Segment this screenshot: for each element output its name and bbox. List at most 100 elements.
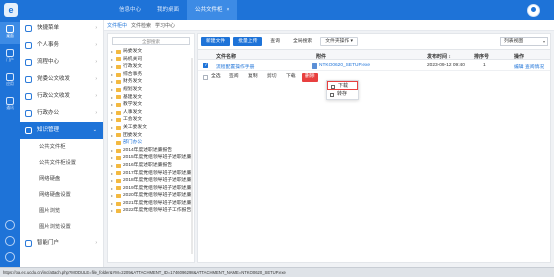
delete-button[interactable]: 删除 — [302, 72, 318, 82]
expand-toggle-icon[interactable]: ▸ — [111, 86, 113, 94]
tree-node[interactable]: ▸ 2016年度述职述廉报告 — [108, 162, 194, 170]
edit-link[interactable]: 编辑 — [514, 63, 524, 70]
nav-item-shortcuts[interactable]: 快捷菜单 › — [20, 20, 103, 37]
query-button[interactable]: 查询 — [265, 37, 286, 46]
copy-button[interactable]: 复制 — [245, 73, 261, 82]
help-icon[interactable] — [5, 220, 15, 230]
nav-item-admin-docs[interactable]: 行政公文收发 › — [20, 88, 103, 105]
nav-sub-netdisk-settings[interactable]: 网络硬盘设置 — [20, 187, 103, 203]
expand-toggle-icon[interactable]: ▸ — [111, 154, 113, 162]
subtab-file-cabinet[interactable]: 文件柜中 — [107, 22, 127, 29]
rail-item-portal[interactable]: 门户 — [0, 46, 20, 68]
nav-sub-image-browse[interactable]: 图片浏览 — [20, 203, 103, 219]
expand-toggle-icon[interactable]: ▸ — [111, 109, 113, 117]
tree-scrollbar[interactable] — [191, 58, 193, 254]
expand-toggle-icon[interactable]: ▸ — [111, 71, 113, 79]
expand-toggle-icon[interactable]: ▸ — [111, 101, 113, 109]
expand-toggle-icon[interactable]: ▸ — [111, 78, 113, 86]
tree-node[interactable]: ▸ 团委发文 — [108, 132, 194, 140]
folder-tree: 全部搜索 ▸ 局委发文 ▸ 局机关司 ▸ 行政发文 ▸ 综合事务 ▸ 财务发文 ▸ 规划发文 ▸ 基建发文… — [107, 33, 195, 263]
avatar[interactable] — [527, 4, 540, 17]
nav-item-knowledge[interactable]: 知识管理 ⌄ — [20, 122, 103, 139]
tree-node[interactable]: ▸ 2019年度党组领导班子述职述廉 — [108, 185, 194, 193]
expand-toggle-icon[interactable]: ▸ — [111, 132, 113, 140]
nav-sub-image-browse-settings[interactable]: 图片浏览设置 — [20, 219, 103, 235]
attachment-link[interactable]: NTKO0620_SETUP.exe — [319, 63, 370, 68]
tree-node[interactable]: ▸ 教学发文 — [108, 101, 194, 109]
subtab-learning-center[interactable]: 学习中心 — [155, 22, 175, 29]
new-file-button[interactable]: 新建文件 — [201, 37, 231, 46]
expand-toggle-icon[interactable]: ▸ — [111, 56, 113, 64]
menu-item-download[interactable]: 下载 — [327, 81, 358, 90]
expand-toggle-icon[interactable]: ▸ — [111, 63, 113, 71]
select-all-label[interactable]: 全选 — [208, 73, 224, 82]
nav-sub-public-cabinet-settings[interactable]: 公共文件柜设置 — [20, 155, 103, 171]
global-search-button[interactable]: 全局搜索 — [288, 37, 318, 46]
power-icon[interactable] — [5, 252, 15, 262]
menu-item-save-to[interactable]: 转存 — [327, 90, 358, 99]
col-publish-time[interactable]: 发布时间 ↕ — [427, 53, 451, 60]
rail-item-apps[interactable]: 应用 — [0, 70, 20, 92]
tree-node[interactable]: ▸ 人事发文 — [108, 109, 194, 117]
expand-toggle-icon[interactable]: ▸ — [111, 207, 113, 215]
expand-toggle-icon[interactable]: ▸ — [111, 48, 113, 56]
rail-item-desktop[interactable]: 桌面 — [0, 22, 20, 44]
tree-node[interactable]: ▸ 关工委发文 — [108, 124, 194, 132]
sign-read-button[interactable]: 签阅 — [226, 73, 242, 82]
expand-toggle-icon[interactable]: ▸ — [111, 192, 113, 200]
nav-sub-netdisk[interactable]: 网络硬盘 — [20, 171, 103, 187]
tree-search-input[interactable]: 全部搜索 — [112, 37, 190, 45]
nav-item-party-docs[interactable]: 党委公文收发 › — [20, 71, 103, 88]
expand-toggle-icon[interactable]: ▸ — [111, 185, 113, 193]
nav-item-personal[interactable]: 个人事务 › — [20, 37, 103, 54]
file-name-link[interactable]: 流程配置操作手册 — [216, 63, 254, 70]
expand-toggle-icon[interactable]: ▸ — [111, 147, 113, 155]
expand-toggle-icon[interactable]: ▸ — [111, 116, 113, 124]
expand-toggle-icon[interactable]: ▸ — [111, 94, 113, 102]
tree-node[interactable]: ▸ 局机关司 — [108, 56, 194, 64]
nav-sub-public-cabinet[interactable]: 公共文件柜 — [20, 139, 103, 155]
tab-public-file-cabinet[interactable]: 公共文件柜 × — [187, 0, 238, 20]
col-file-name[interactable]: 文件名称 — [216, 53, 236, 60]
tree-node[interactable]: ▸ 2018年度党组领导班子述职述廉 — [108, 177, 194, 185]
tree-node[interactable]: ▸ 综合事务 — [108, 71, 194, 79]
nav-item-smart-portal[interactable]: 智能门户 › — [20, 235, 103, 252]
nav-label: 知识管理 — [37, 127, 60, 133]
tree-node[interactable]: ▸ 行政发文 — [108, 63, 194, 71]
tree-node[interactable]: ▸ 局委发文 — [108, 48, 194, 56]
batch-upload-button[interactable]: 批量上传 — [233, 37, 263, 46]
tree-node[interactable]: ▸ 2022年度党组领导班子工作报告 — [108, 207, 194, 215]
view-mode-select[interactable]: 列表视图 ▾ — [500, 37, 548, 46]
view-status-link[interactable]: 查阅情况 — [525, 63, 544, 70]
folder-icon — [116, 80, 121, 85]
rail-item-contacts[interactable]: 通讯 — [0, 94, 20, 116]
tab-info-center[interactable]: 信息中心 — [111, 0, 149, 20]
expand-toggle-icon[interactable]: ▸ — [111, 170, 113, 178]
tree-node[interactable]: ▸ 2021年度党组领导班子述职述廉 — [108, 200, 194, 208]
settings-icon[interactable] — [5, 236, 15, 246]
tree-node[interactable]: ▸ 工会发文 — [108, 116, 194, 124]
tree-node[interactable]: ▸ 基建发文 — [108, 94, 194, 102]
close-icon[interactable]: × — [227, 7, 230, 13]
expand-toggle-icon[interactable]: ▸ — [111, 124, 113, 132]
tree-node[interactable]: ▸ 财务发文 — [108, 78, 194, 86]
tree-node[interactable]: ▸ 2017年度党组领导班子述职述廉 — [108, 170, 194, 178]
subtab-file-search[interactable]: 文件检索 — [131, 22, 151, 29]
folder-actions-dropdown[interactable]: 文件夹操作 ▾ — [320, 37, 358, 46]
tab-my-desktop[interactable]: 我的桌面 — [149, 0, 187, 20]
side-nav: 快捷菜单 › 个人事务 › 流程中心 › 党委公文收发 › 行政公文收发 › 行政办公 › … — [20, 20, 104, 267]
expand-toggle-icon[interactable]: ▸ — [111, 177, 113, 185]
nav-item-office[interactable]: 行政办公 › — [20, 105, 103, 122]
tree-node-selected[interactable]: 部门办公 — [108, 139, 194, 147]
nav-item-workflow[interactable]: 流程中心 › — [20, 54, 103, 71]
table-row[interactable]: 流程配置操作手册 NTKO0620_SETUP.exe 2023-09-12 0… — [198, 60, 550, 71]
cut-button[interactable]: 剪切 — [264, 73, 280, 82]
row-checkbox[interactable] — [203, 62, 208, 68]
expand-toggle-icon[interactable]: ▸ — [111, 200, 113, 208]
tree-node[interactable]: ▸ 2020年度党组领导班子述职述廉 — [108, 192, 194, 200]
tree-node[interactable]: ▸ 2014年度述职述廉报告 — [108, 147, 194, 155]
tree-node[interactable]: ▸ 2015年度党组领导班子述职述廉 — [108, 154, 194, 162]
download-button[interactable]: 下载 — [283, 73, 299, 82]
expand-toggle-icon[interactable]: ▸ — [111, 162, 113, 170]
tree-node[interactable]: ▸ 规划发文 — [108, 86, 194, 94]
